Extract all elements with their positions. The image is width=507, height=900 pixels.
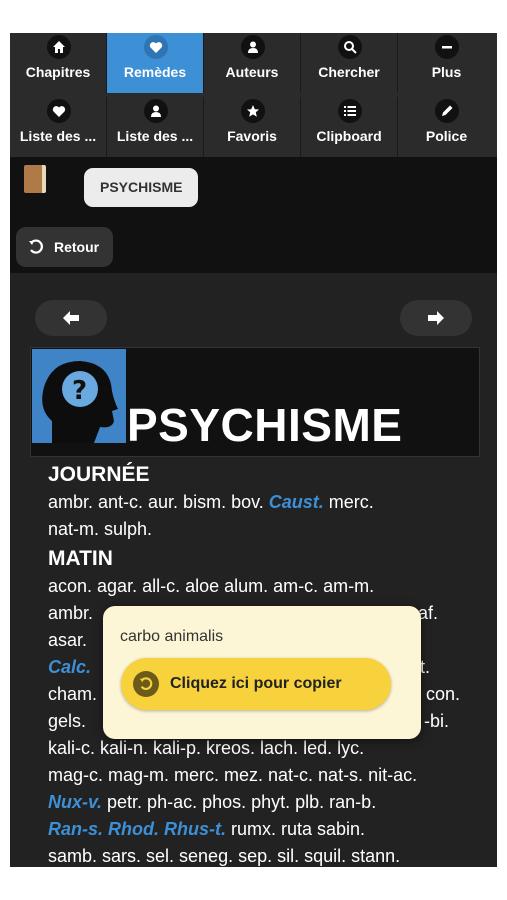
- remedy-line: Nux-v. petr. ph-ac. phos. phyt. plb. ran…: [48, 789, 488, 816]
- copy-button[interactable]: Cliquez ici pour copier: [121, 658, 391, 710]
- chapter-banner: ? PSYCHISME: [30, 347, 480, 457]
- remedy-text[interactable]: con.: [426, 681, 460, 708]
- search-icon: [338, 35, 362, 59]
- nav-label: Liste des ...: [19, 128, 97, 144]
- copy-label: Cliquez ici pour copier: [170, 675, 342, 692]
- list-icon: [338, 99, 362, 123]
- remedy-text[interactable]: -bi.: [424, 708, 449, 735]
- chapter-chip[interactable]: PSYCHISME: [84, 168, 199, 207]
- remedy-text[interactable]: af.: [418, 600, 438, 627]
- remedy-text[interactable]: ambr.: [48, 603, 93, 623]
- remedy-highlight[interactable]: Ran-s. Rhod. Rhus-t.: [48, 819, 226, 839]
- remedy-line[interactable]: nat-m. sulph.: [48, 516, 488, 543]
- back-label: Retour: [54, 239, 100, 255]
- top-nav: Chapitres Remèdes Auteurs Chercher Plus: [10, 33, 497, 157]
- remedy-highlight[interactable]: Caust.: [269, 492, 324, 512]
- nav-plus[interactable]: Plus: [398, 33, 495, 93]
- arrow-right-icon: [428, 311, 444, 325]
- nav-label: Favoris: [227, 128, 277, 144]
- nav-label: Plus: [431, 64, 462, 80]
- nav-liste-remedes[interactable]: Liste des ...: [10, 97, 107, 157]
- svg-text:?: ?: [72, 376, 87, 406]
- remedy-line[interactable]: acon. agar. all-c. aloe alum. am-c. am-m…: [48, 573, 488, 600]
- chapter-title: PSYCHISME: [127, 399, 403, 451]
- remedy-text[interactable]: gels.: [48, 711, 86, 731]
- remedy-highlight[interactable]: Calc.: [48, 657, 91, 677]
- home-icon: [47, 35, 71, 59]
- remedy-text[interactable]: merc.: [324, 492, 374, 512]
- nav-favoris[interactable]: Favoris: [204, 97, 301, 157]
- remedy-text[interactable]: t.: [420, 654, 430, 681]
- nav-label: Auteurs: [225, 64, 279, 80]
- heart-icon: [144, 35, 168, 59]
- section-title: MATIN: [48, 547, 113, 570]
- nav-remedes[interactable]: Remèdes: [107, 33, 204, 93]
- copy-popup: carbo animalis Cliquez ici pour copier: [103, 606, 421, 739]
- remedy-line[interactable]: samb. sars. sel. seneg. sep. sil. squil.…: [48, 843, 488, 867]
- remedy-line[interactable]: kali-c. kali-n. kali-p. kreos. lach. led…: [48, 735, 488, 762]
- nav-label: Remèdes: [123, 64, 187, 80]
- remedy-text[interactable]: rumx. ruta sabin.: [226, 819, 365, 839]
- remedy-line: Ran-s. Rhod. Rhus-t. rumx. ruta sabin.: [48, 816, 488, 843]
- back-button[interactable]: Retour: [16, 227, 114, 267]
- person-icon: [144, 99, 168, 123]
- remedy-text[interactable]: cham.: [48, 684, 97, 704]
- section-title: JOURNÉE: [48, 463, 150, 486]
- nav-label: Liste des ...: [116, 128, 194, 144]
- pencil-icon: [435, 99, 459, 123]
- nav-auteurs[interactable]: Auteurs: [204, 33, 301, 93]
- popup-remedy-name: carbo animalis: [120, 628, 224, 645]
- nav-label: Clipboard: [316, 128, 382, 144]
- nav-label: Police: [425, 128, 468, 144]
- head-question-icon: ?: [32, 349, 126, 443]
- heart-icon: [47, 99, 71, 123]
- remedy-line[interactable]: mag-c. mag-m. merc. mez. nat-c. nat-s. n…: [48, 762, 488, 789]
- remedy-text[interactable]: ambr. ant-c. aur. bism. bov.: [48, 492, 269, 512]
- prev-button[interactable]: [35, 300, 107, 336]
- nav-label: Chapitres: [25, 64, 91, 80]
- nav-liste-auteurs[interactable]: Liste des ...: [107, 97, 204, 157]
- nav-chercher[interactable]: Chercher: [301, 33, 398, 93]
- next-button[interactable]: [400, 300, 472, 336]
- header-strip: PSYCHISME Retour: [10, 157, 497, 273]
- remedy-line: ambr. ant-c. aur. bism. bov. Caust. merc…: [48, 489, 488, 516]
- book-icon[interactable]: [24, 165, 46, 193]
- nav-police[interactable]: Police: [398, 97, 495, 157]
- remedy-highlight[interactable]: Nux-v.: [48, 792, 102, 812]
- undo-icon: [133, 671, 159, 697]
- arrow-left-icon: [63, 311, 79, 325]
- nav-chapitres[interactable]: Chapitres: [10, 33, 107, 93]
- person-icon: [241, 35, 265, 59]
- star-icon: [241, 99, 265, 123]
- app-screen: Chapitres Remèdes Auteurs Chercher Plus: [10, 33, 497, 867]
- undo-icon: [26, 237, 46, 257]
- remedy-text[interactable]: petr. ph-ac. phos. phyt. plb. ran-b.: [102, 792, 376, 812]
- remedy-text[interactable]: asar.: [48, 630, 87, 650]
- minus-icon: [435, 35, 459, 59]
- nav-label: Chercher: [318, 64, 380, 80]
- nav-clipboard[interactable]: Clipboard: [301, 97, 398, 157]
